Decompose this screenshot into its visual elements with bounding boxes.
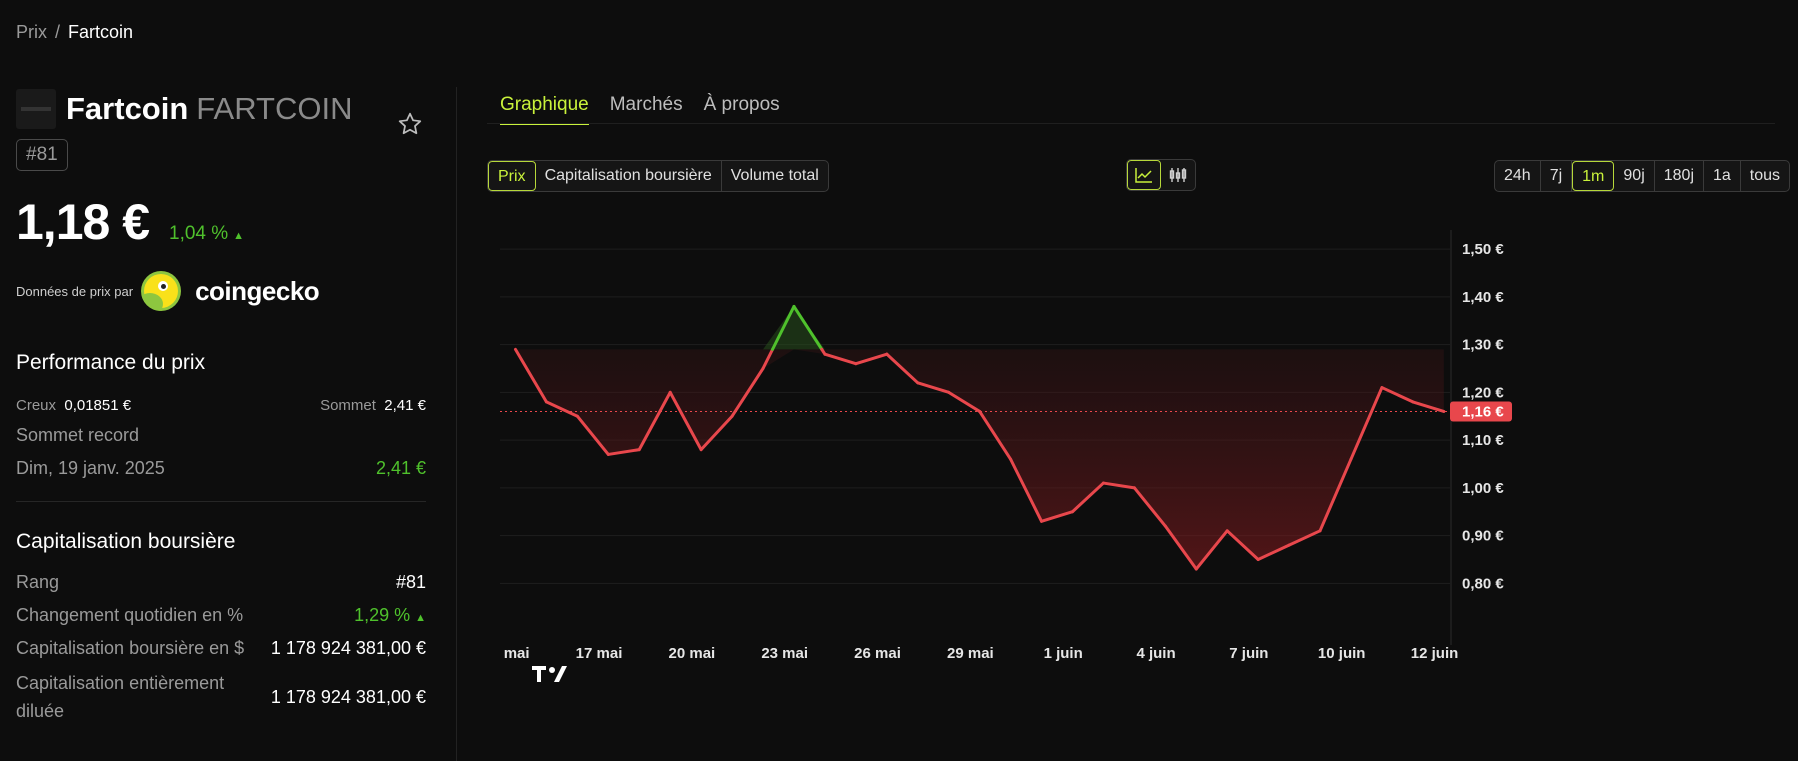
ath-row: Dim, 19 janv. 2025 2,41 € <box>16 458 426 479</box>
x-tick-label: 7 juin <box>1229 645 1268 662</box>
market-cap-row: Capitalisation entièrement diluée 1 178 … <box>16 669 426 725</box>
coin-logo <box>16 89 56 129</box>
daily-change-number: 1,29 % <box>354 605 411 625</box>
market-cap-row: Rang #81 <box>16 572 426 593</box>
x-tick-label: 1 juin <box>1044 645 1083 662</box>
candlestick-icon[interactable] <box>1161 160 1195 190</box>
high-value: 2,41 € <box>384 397 426 414</box>
price-row: 1,18 € 1,04 % ▲ <box>16 193 426 251</box>
main-tabs: Graphique Marchés À propos <box>500 94 780 125</box>
price-change: 1,04 % ▲ <box>169 223 244 245</box>
range-tous-button[interactable]: tous <box>1741 161 1789 191</box>
market-cap-row: Changement quotidien en % 1,29 % ▲ <box>16 605 426 626</box>
market-cap-usd-label: Capitalisation boursière en $ <box>16 638 245 658</box>
x-tick-label: 20 mai <box>669 645 716 662</box>
metric-price-button[interactable]: Prix <box>488 161 536 191</box>
metric-volume-button[interactable]: Volume total <box>722 161 828 191</box>
y-tick-label: 1,00 € <box>1462 480 1504 497</box>
x-tick-label: 23 mai <box>761 645 808 662</box>
x-tick-label: 17 mai <box>576 645 623 662</box>
x-tick-label: 12 juin <box>1411 645 1459 662</box>
range-1a-button[interactable]: 1a <box>1704 161 1741 191</box>
coin-info-panel: Fartcoin FARTCOIN #81 1,18 € 1,04 % ▲ Don… <box>16 87 426 725</box>
breadcrumb-separator: / <box>55 22 61 42</box>
tab-graphique[interactable]: Graphique <box>500 94 589 125</box>
market-cap-title: Capitalisation boursière <box>16 530 236 553</box>
breadcrumb-current: Fartcoin <box>68 22 134 42</box>
rank-label: Rang <box>16 572 60 592</box>
current-price: 1,18 € <box>16 194 150 250</box>
y-tick-label: 1,30 € <box>1462 337 1504 354</box>
low-value: 0,01851 € <box>64 397 132 414</box>
up-arrow-icon: ▲ <box>233 230 245 242</box>
range-180j-button[interactable]: 180j <box>1655 161 1704 191</box>
area-fill-above-baseline <box>515 306 1444 350</box>
x-tick-label: 26 mai <box>854 645 901 662</box>
price-chart[interactable]: 0,80 € 0,90 € 1,00 € 1,10 € 1,20 € 1,30 € 1,40… <box>500 230 1740 740</box>
range-7j-button[interactable]: 7j <box>1541 161 1573 191</box>
breadcrumb: Prix / Fartcoin <box>16 22 133 43</box>
x-tick-label: 10 juin <box>1318 645 1366 662</box>
chart-type-selector <box>1126 159 1196 191</box>
y-tick-label: 1,50 € <box>1462 241 1504 258</box>
range-90j-button[interactable]: 90j <box>1614 161 1655 191</box>
price-source: Données de prix par coingecko <box>16 271 426 311</box>
favorite-star-icon[interactable] <box>397 111 423 142</box>
fdv-label: Capitalisation entièrement diluée <box>16 673 225 721</box>
rank-badge: #81 <box>16 139 68 171</box>
current-price-label: 1,16 € <box>1462 403 1504 420</box>
source-label: Données de prix par <box>16 283 134 299</box>
tradingview-logo-icon <box>532 666 567 682</box>
x-tick-label: 14 mai <box>500 645 530 662</box>
tab-a-propos[interactable]: À propos <box>704 94 780 125</box>
y-tick-label: 1,40 € <box>1462 289 1504 306</box>
daily-change-value: 1,29 % ▲ <box>354 605 426 626</box>
line-chart-icon[interactable] <box>1127 160 1161 190</box>
range-selector: 24h 7j 1m 90j 180j 1a tous <box>1494 160 1791 192</box>
ath-date: Dim, 19 janv. 2025 <box>16 458 165 478</box>
x-tick-label: 4 juin <box>1136 645 1175 662</box>
coin-name: Fartcoin <box>66 91 189 126</box>
coin-symbol: FARTCOIN <box>196 91 353 126</box>
metric-market-cap-button[interactable]: Capitalisation boursière <box>536 161 722 191</box>
tabs-divider <box>487 123 1775 124</box>
y-tick-label: 1,10 € <box>1462 432 1504 449</box>
range-1m-button[interactable]: 1m <box>1572 161 1615 191</box>
tab-marches[interactable]: Marchés <box>610 94 683 125</box>
price-change-value: 1,04 % <box>169 223 229 244</box>
low-high-row: Creux 0,01851 € Sommet 2,41 € <box>16 397 426 414</box>
up-arrow-icon: ▲ <box>415 612 426 624</box>
rank-value: #81 <box>395 572 426 592</box>
coin-header: Fartcoin FARTCOIN <box>16 87 426 135</box>
high-label: Sommet <box>320 397 376 414</box>
x-tick-label: 29 mai <box>947 645 994 662</box>
range-24h-button[interactable]: 24h <box>1495 161 1541 191</box>
panel-divider <box>456 87 457 761</box>
y-tick-label: 0,80 € <box>1462 575 1504 592</box>
breadcrumb-root-link[interactable]: Prix <box>16 22 47 42</box>
y-tick-label: 1,20 € <box>1462 384 1504 401</box>
ath-value: 2,41 € <box>375 458 426 478</box>
fdv-value: 1 178 924 381,00 € <box>270 686 426 707</box>
coingecko-logo-icon <box>141 271 182 311</box>
market-cap-usd-value: 1 178 924 381,00 € <box>270 638 426 658</box>
y-tick-label: 0,90 € <box>1462 528 1504 545</box>
performance-title: Performance du prix <box>16 351 206 374</box>
ath-label: Sommet record <box>16 425 140 445</box>
divider <box>16 501 426 502</box>
metric-selector: Prix Capitalisation boursière Volume tot… <box>487 160 829 192</box>
provider-name[interactable]: coingecko <box>195 276 320 307</box>
market-cap-row: Capitalisation boursière en $ 1 178 924 … <box>16 638 426 659</box>
low-label: Creux <box>16 397 57 414</box>
daily-change-label: Changement quotidien en % <box>16 605 244 625</box>
